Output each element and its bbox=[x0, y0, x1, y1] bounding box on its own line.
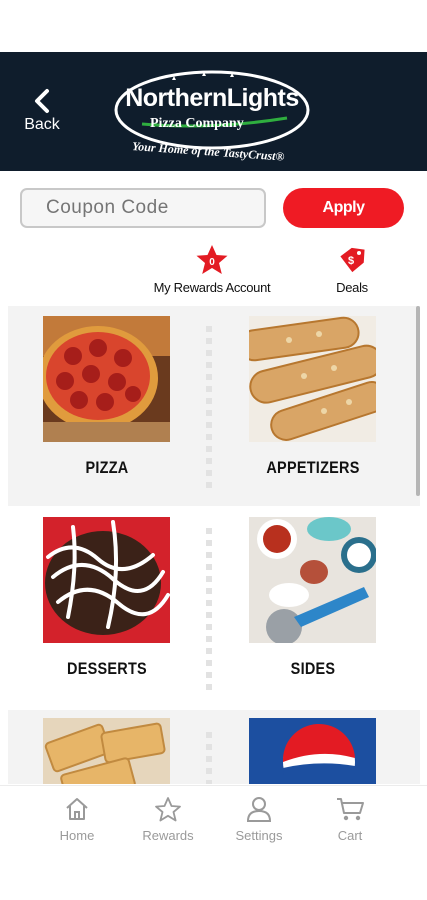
deals-link[interactable]: $ Deals bbox=[320, 244, 384, 295]
deals-symbol: $ bbox=[348, 255, 354, 267]
brand-logo: NorthernLights Pizza Company Your Home o… bbox=[112, 60, 322, 168]
back-button[interactable]: Back bbox=[18, 88, 66, 134]
category-label: DESSERTS bbox=[67, 659, 147, 678]
nav-cart[interactable]: Cart bbox=[310, 796, 390, 843]
category-desserts[interactable]: DESSERTS bbox=[43, 517, 171, 678]
category-row bbox=[8, 710, 420, 784]
bottom-navigation: Home Rewards Settings Cart bbox=[0, 785, 427, 856]
category-drinks[interactable] bbox=[249, 718, 377, 784]
category-sides[interactable]: SIDES bbox=[249, 517, 377, 678]
nav-cart-label: Cart bbox=[337, 828, 363, 843]
deals-label: Deals bbox=[336, 280, 368, 295]
logo-title: NorthernLights bbox=[125, 84, 299, 112]
nav-home[interactable]: Home bbox=[37, 796, 117, 843]
system-navigation-bar bbox=[0, 855, 427, 900]
star-badge-icon: 0 bbox=[196, 245, 228, 274]
category-cheesy-bread[interactable] bbox=[43, 718, 171, 784]
app-header: Back NorthernLights Pizza Company Your H… bbox=[0, 52, 427, 171]
pepsi-photo bbox=[249, 718, 376, 784]
star-icon bbox=[155, 797, 181, 822]
cart-icon bbox=[337, 798, 364, 821]
nav-home-label: Home bbox=[59, 828, 95, 843]
nav-rewards-label: Rewards bbox=[142, 828, 194, 843]
category-label: PIZZA bbox=[85, 458, 129, 477]
coupon-row: Apply bbox=[0, 171, 427, 241]
category-row: PIZZA APPETIZERS bbox=[8, 306, 420, 506]
chevron-left-icon bbox=[35, 89, 49, 113]
menu-category-grid: PIZZA APPETIZERS DESSERTS SIDES bbox=[0, 306, 427, 784]
category-row: DESSERTS SIDES bbox=[8, 506, 420, 706]
divider bbox=[206, 732, 214, 784]
category-pizza[interactable]: PIZZA bbox=[43, 316, 171, 477]
logo-subtitle: Pizza Company bbox=[150, 116, 244, 131]
divider bbox=[206, 326, 214, 494]
breadsticks-photo bbox=[249, 316, 376, 442]
status-bar bbox=[0, 0, 427, 52]
apply-button[interactable]: Apply bbox=[283, 188, 404, 228]
nav-rewards[interactable]: Rewards bbox=[128, 796, 208, 843]
category-label: SIDES bbox=[290, 659, 336, 678]
user-icon bbox=[246, 797, 272, 822]
my-rewards-account-link[interactable]: 0 My Rewards Account bbox=[150, 244, 274, 295]
my-rewards-account-label: My Rewards Account bbox=[153, 280, 271, 295]
price-tag-icon: $ bbox=[340, 247, 365, 273]
coupon-code-input[interactable] bbox=[20, 188, 266, 228]
cheesy-bread-photo bbox=[43, 718, 170, 784]
category-appetizers[interactable]: APPETIZERS bbox=[249, 316, 377, 477]
pizza-photo bbox=[43, 316, 170, 442]
back-label: Back bbox=[24, 116, 60, 133]
sides-photo bbox=[249, 517, 376, 643]
scrollbar[interactable] bbox=[416, 306, 420, 496]
category-label: APPETIZERS bbox=[266, 458, 360, 477]
nav-settings-label: Settings bbox=[235, 828, 283, 843]
divider bbox=[206, 528, 214, 696]
dessert-photo bbox=[43, 517, 170, 643]
nav-settings[interactable]: Settings bbox=[219, 796, 299, 843]
home-icon bbox=[66, 798, 88, 820]
rewards-count: 0 bbox=[209, 257, 215, 268]
